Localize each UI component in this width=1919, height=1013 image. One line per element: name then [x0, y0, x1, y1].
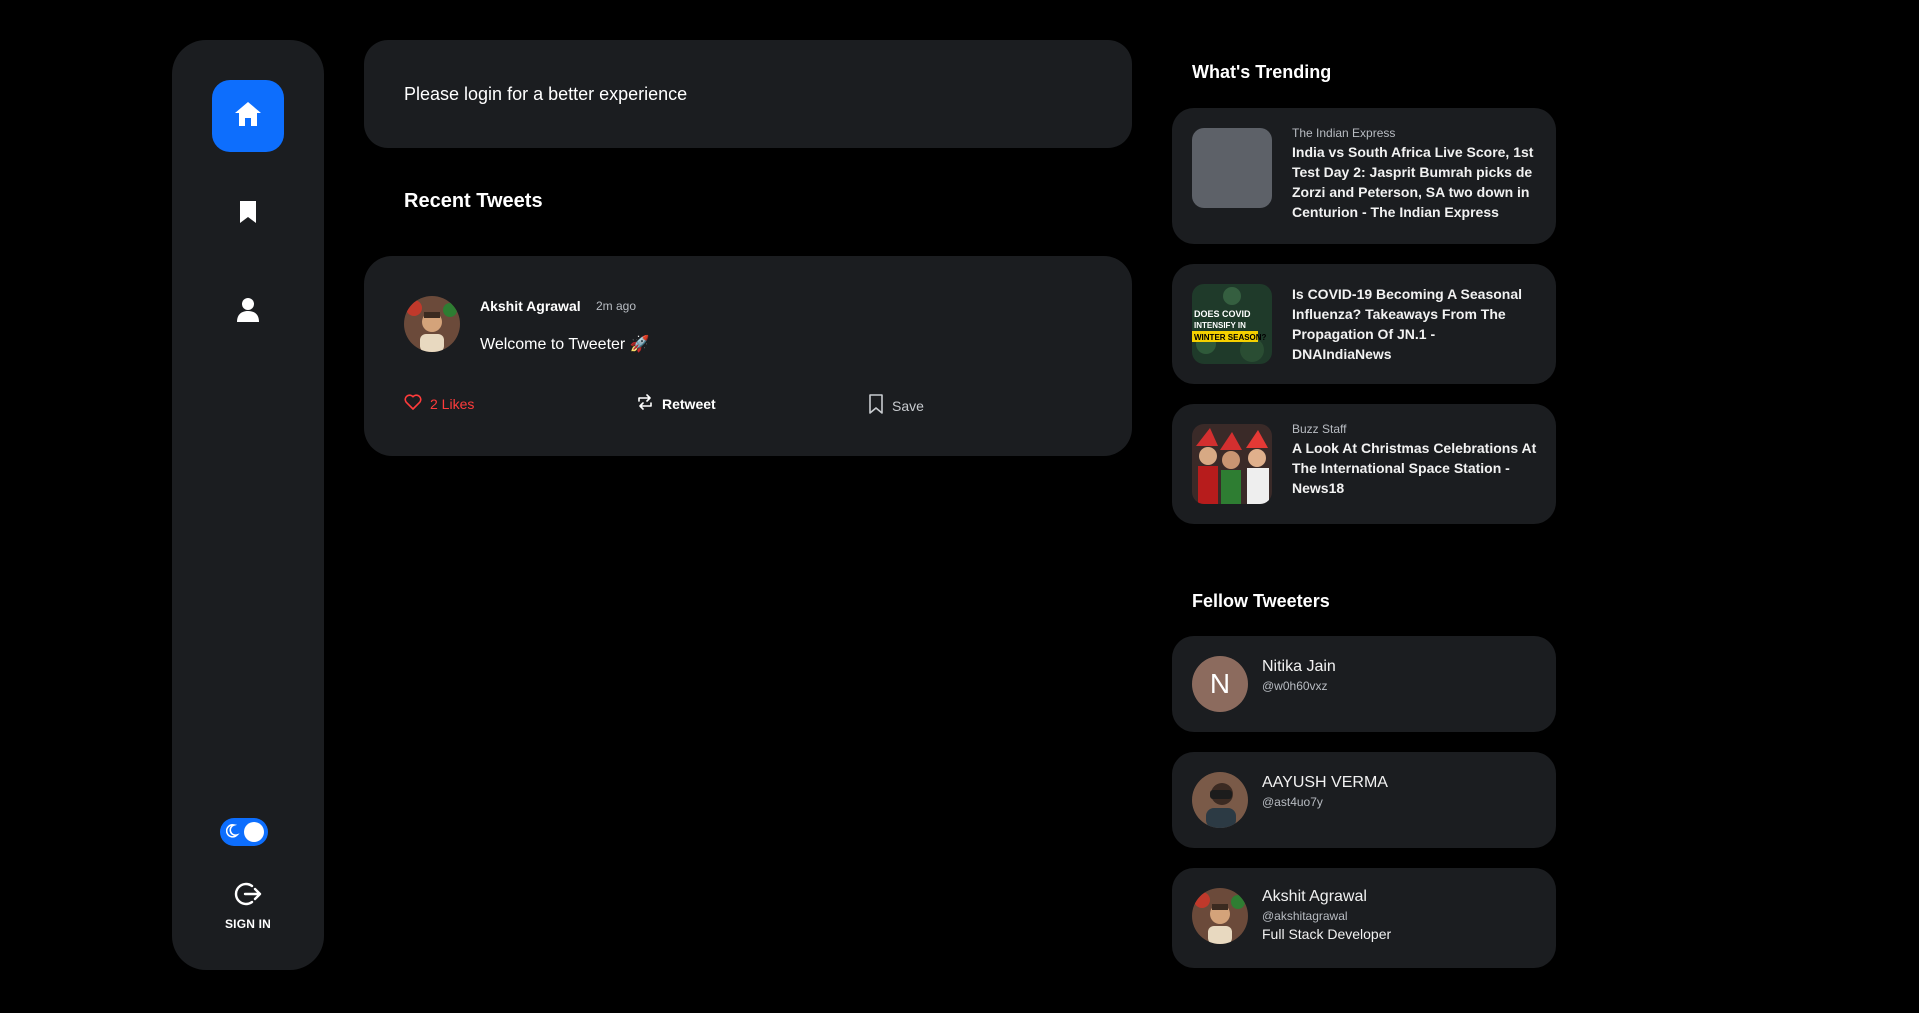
thumb-text-line-3: WINTER SEASON? [1194, 333, 1267, 342]
news-thumbnail: DOES COVID INTENSIFY IN WINTER SEASON? [1192, 284, 1272, 364]
recent-tweets-title: Recent Tweets [404, 190, 543, 212]
user-name: Akshit Agrawal [1262, 888, 1367, 905]
toggle-knob [244, 822, 264, 842]
login-banner-text: Please login for a better experience [404, 84, 688, 104]
bookmark-outline-icon [868, 394, 884, 417]
tweet-author[interactable]: Akshit Agrawal [480, 298, 581, 314]
avatar [1192, 888, 1248, 944]
nav-home-button[interactable] [212, 80, 284, 152]
logout-icon [233, 882, 263, 912]
user-handle: @ast4uo7y [1262, 795, 1323, 809]
nav-bookmarks-button[interactable] [212, 178, 284, 250]
news-headline[interactable]: India vs South Africa Live Score, 1st Te… [1292, 142, 1538, 222]
tweet-timestamp: 2m ago [596, 299, 637, 313]
user-card[interactable]: N Nitika Jain @w0h60vxz [1172, 636, 1556, 732]
user-name: Nitika Jain [1262, 658, 1336, 675]
save-label: Save [892, 397, 924, 414]
moon-icon [225, 823, 242, 844]
avatar: N [1192, 656, 1248, 712]
user-handle: @akshitagrawal [1262, 909, 1348, 923]
trending-title: What's Trending [1192, 62, 1332, 82]
bookmark-icon [238, 199, 258, 230]
news-headline[interactable]: A Look At Christmas Celebrations At The … [1292, 438, 1538, 498]
thumb-text-line-1: DOES COVID [1194, 309, 1251, 319]
avatar[interactable] [404, 296, 460, 352]
news-card[interactable]: DOES COVID INTENSIFY IN WINTER SEASON? I… [1172, 264, 1556, 384]
heart-icon [404, 394, 422, 413]
news-thumbnail [1192, 128, 1272, 208]
news-thumbnail [1192, 424, 1272, 504]
save-button[interactable]: Save [868, 394, 924, 417]
sign-in-button[interactable]: SIGN IN [172, 880, 324, 931]
news-card[interactable]: The Indian Express India vs South Africa… [1172, 108, 1556, 244]
user-icon [236, 297, 260, 328]
thumb-text-line-2: INTENSIFY IN [1194, 321, 1246, 330]
nav-profile-button[interactable] [212, 276, 284, 348]
news-source: The Indian Express [1292, 126, 1396, 140]
avatar [1192, 772, 1248, 828]
tweet-text: Welcome to Tweeter 🚀 [480, 336, 650, 353]
like-button[interactable]: 2 Likes [404, 394, 474, 413]
like-count: 2 Likes [430, 395, 475, 412]
retweet-button[interactable]: Retweet [636, 394, 716, 413]
news-card[interactable]: Buzz Staff A Look At Christmas Celebrati… [1172, 404, 1556, 524]
sidebar: SIGN IN [172, 40, 324, 970]
login-banner[interactable]: Please login for a better experience [364, 40, 1132, 148]
user-card[interactable]: Akshit Agrawal @akshitagrawal Full Stack… [1172, 868, 1556, 968]
fellow-tweeters-title: Fellow Tweeters [1192, 591, 1330, 611]
news-source: Buzz Staff [1292, 422, 1347, 436]
user-handle: @w0h60vxz [1262, 679, 1328, 693]
theme-toggle[interactable] [220, 818, 268, 846]
sign-in-label: SIGN IN [224, 917, 272, 931]
retweet-icon [636, 394, 654, 413]
home-icon [233, 100, 263, 133]
tweet-card: Akshit Agrawal 2m ago Welcome to Tweeter… [364, 256, 1132, 456]
news-headline[interactable]: Is COVID-19 Becoming A Seasonal Influenz… [1292, 284, 1538, 364]
retweet-label: Retweet [662, 395, 716, 412]
user-card[interactable]: AAYUSH VERMA @ast4uo7y [1172, 752, 1556, 848]
user-name: AAYUSH VERMA [1262, 774, 1388, 791]
user-bio: Full Stack Developer [1262, 926, 1392, 942]
